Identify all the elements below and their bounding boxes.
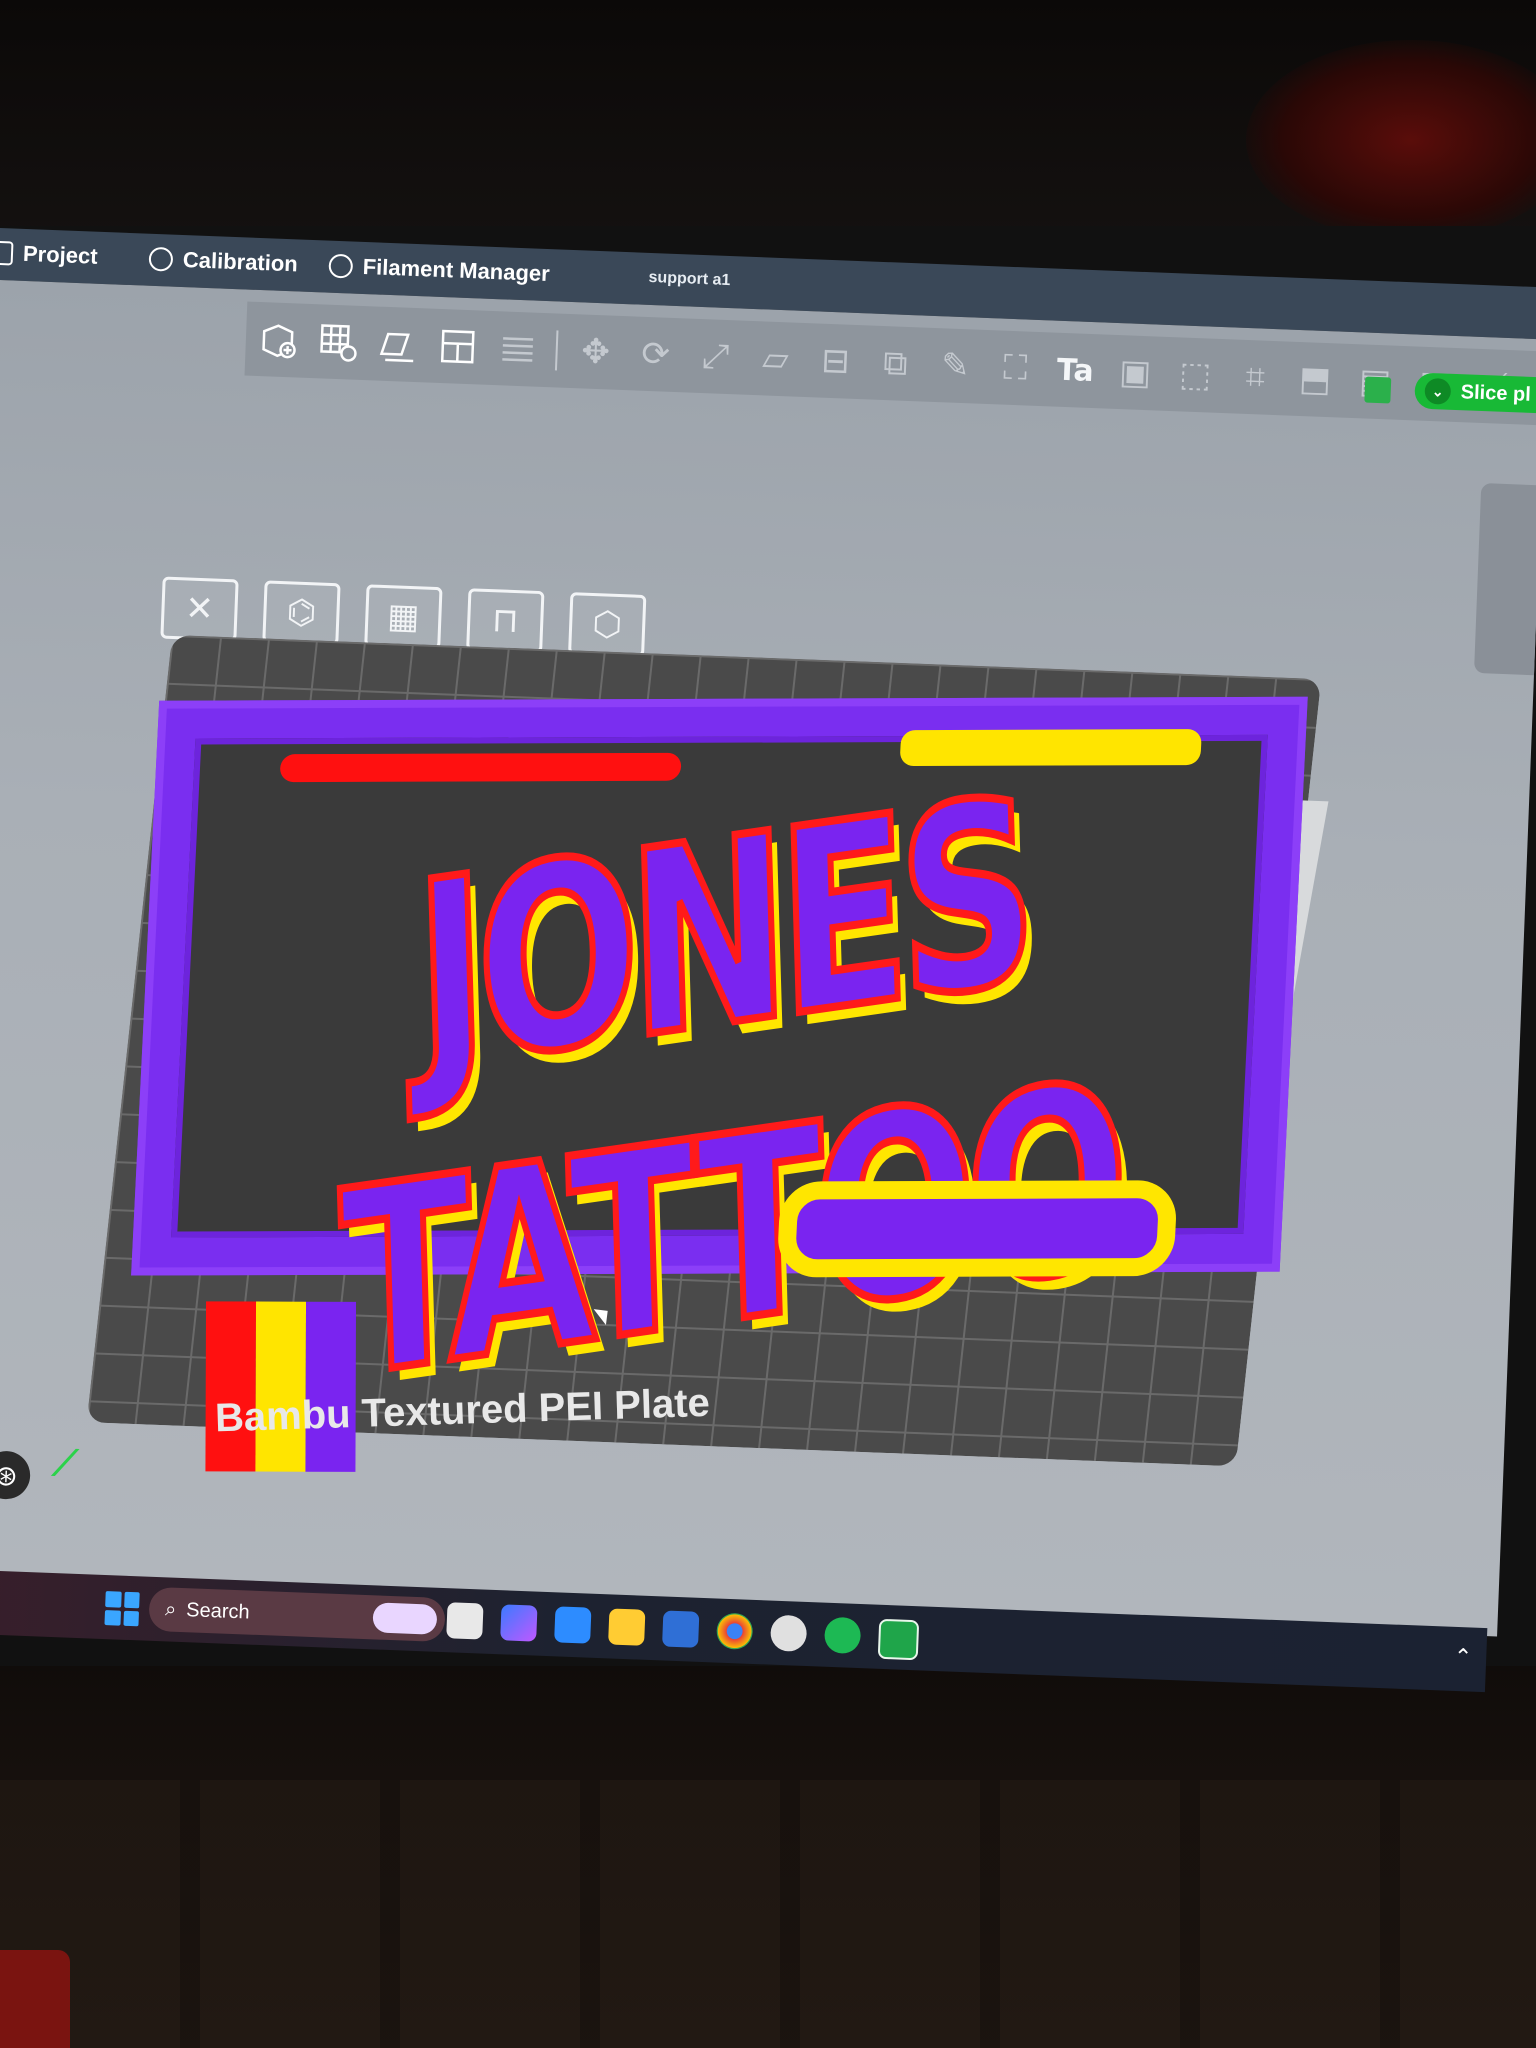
shelf — [0, 1780, 1536, 2048]
project-icon — [0, 240, 14, 266]
chrome-icon[interactable] — [715, 1612, 754, 1650]
cube-icon[interactable]: ⬚ — [1172, 352, 1218, 398]
color-paint-icon[interactable]: ⛶ — [993, 345, 1039, 391]
underline-swoop — [776, 1180, 1178, 1278]
view-grid-icon[interactable] — [1364, 376, 1392, 404]
calibration-icon — [148, 246, 174, 272]
chevron-down-icon: ⌄ — [1424, 377, 1452, 405]
screen: Project Calibration Filament Manager sup… — [0, 227, 1536, 1693]
arrange-plate-icon[interactable]: ▦ — [364, 584, 443, 650]
plate-settings-icon[interactable]: ⬡ — [568, 592, 647, 658]
camera-view-icon[interactable]: ⊛ — [0, 1450, 32, 1501]
search-highlight-icon — [372, 1602, 438, 1635]
auto-orient-icon[interactable] — [375, 322, 421, 368]
chevron-up-icon[interactable]: ⌃ — [1453, 1645, 1472, 1671]
obs-icon[interactable] — [769, 1614, 808, 1652]
3d-viewport[interactable]: ✥ ⟳ ⤢ ▱ ⊟ ⧉ ✎ ⛶ Ta ▣ ⬚ ⌗ ⬒ ▤ ▥ ⟋ ⌄ Slice… — [0, 279, 1536, 1693]
auto-orient-plate-icon[interactable]: ⌬ — [262, 580, 341, 646]
add-plate-icon[interactable] — [315, 319, 361, 365]
add-object-icon[interactable] — [255, 317, 301, 363]
cut-icon[interactable]: ⊟ — [813, 338, 859, 384]
slice-plate-button[interactable]: ⌄ Slice pl — [1414, 372, 1536, 414]
assembly-icon[interactable]: ⬒ — [1292, 357, 1338, 403]
bambu-studio-icon[interactable] — [877, 1618, 920, 1661]
scale-icon[interactable]: ⤢ — [693, 334, 739, 380]
menu-project-label: Project — [22, 240, 99, 269]
menu-calibration-label: Calibration — [182, 247, 299, 277]
axis-gizmo-icon: ⟋ — [51, 1442, 79, 1485]
swatch-red — [205, 1301, 257, 1472]
arrange-icon[interactable] — [435, 324, 481, 370]
window-title: support a1 — [648, 268, 731, 290]
task-view-icon[interactable] — [446, 1602, 484, 1640]
red-drip — [279, 752, 682, 783]
slice-plate-label: Slice pl — [1460, 380, 1532, 406]
windows-start-icon[interactable] — [104, 1591, 140, 1627]
measure-icon[interactable]: ⌗ — [1232, 354, 1278, 400]
red-object — [0, 1950, 70, 2048]
filament-swatch — [205, 1301, 357, 1472]
menu-project[interactable]: Project — [0, 240, 98, 270]
mail-icon[interactable] — [554, 1606, 592, 1644]
toolbar-separator — [554, 330, 559, 371]
lock-plate-icon[interactable]: ⊓ — [466, 588, 545, 654]
delete-plate-icon[interactable]: ✕ — [160, 576, 239, 642]
swatch-purple — [305, 1301, 357, 1472]
menu-filament-manager-label: Filament Manager — [362, 253, 551, 287]
move-icon[interactable]: ✥ — [573, 329, 619, 375]
model-inner-panel: JONES TATTOO — [171, 729, 1268, 1438]
support-paint-icon[interactable]: ✎ — [933, 343, 979, 389]
taskbar-search[interactable]: ⌕ Search — [148, 1586, 446, 1643]
store-icon[interactable] — [662, 1610, 700, 1648]
model-jones-tattoo[interactable]: JONES TATTOO — [131, 696, 1308, 1438]
spotify-icon[interactable] — [823, 1616, 862, 1655]
menu-calibration[interactable]: Calibration — [148, 246, 298, 278]
search-icon: ⌕ — [164, 1597, 177, 1621]
object-list-panel[interactable] — [1474, 483, 1536, 676]
rotate-icon[interactable]: ⟳ — [633, 331, 679, 377]
svg-tool-icon[interactable]: ▣ — [1112, 350, 1158, 396]
boolean-icon[interactable]: ⧉ — [873, 341, 919, 387]
filament-manager-icon — [328, 253, 354, 279]
menu-filament-manager[interactable]: Filament Manager — [328, 253, 550, 287]
file-explorer-icon[interactable] — [608, 1608, 646, 1646]
swatch-yellow — [255, 1301, 307, 1472]
copilot-icon[interactable] — [500, 1604, 538, 1642]
taskbar-search-label: Search — [185, 1598, 251, 1624]
text-tool-icon[interactable]: Ta — [1052, 348, 1098, 394]
lay-on-face-icon[interactable]: ▱ — [753, 336, 799, 382]
split-plates-icon[interactable] — [495, 326, 541, 372]
